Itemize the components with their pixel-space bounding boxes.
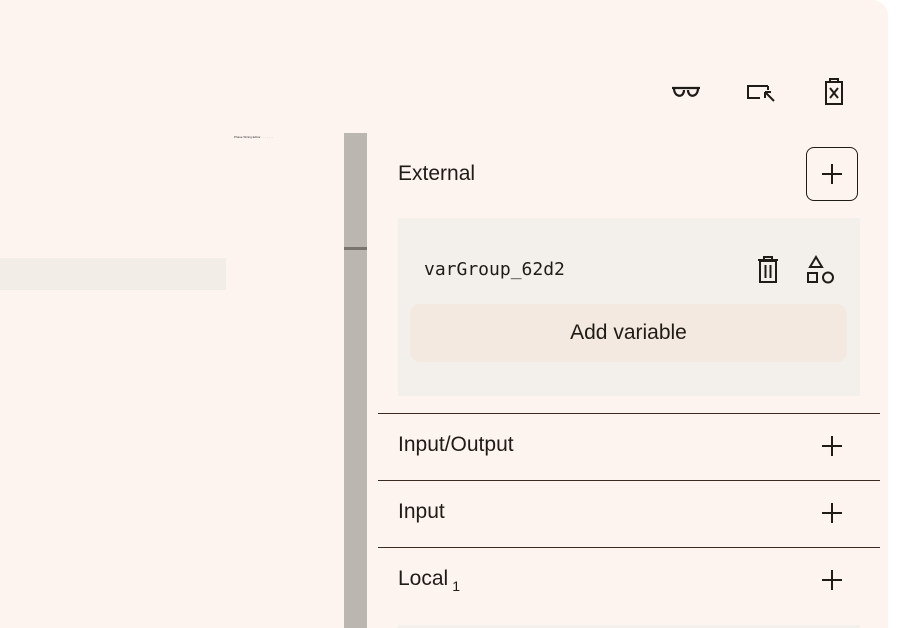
variable-sections: External varGroup_62d2 Add variable Inpu…: [378, 133, 880, 628]
select-window-button[interactable]: [746, 76, 778, 108]
add-external-button[interactable]: [806, 147, 858, 201]
section-divider: [378, 480, 880, 481]
delete-document-icon: [825, 78, 843, 105]
local-count: 1: [452, 578, 460, 594]
delete-group-button[interactable]: [753, 254, 783, 286]
section-divider: [378, 413, 880, 414]
section-title-input-output: Input/Output: [398, 433, 514, 456]
view-toggle-button[interactable]: [670, 76, 702, 108]
glasses-icon: [672, 86, 700, 97]
section-title-input: Input: [398, 500, 445, 523]
add-local-button[interactable]: [816, 564, 848, 596]
section-title-external: External: [398, 162, 476, 185]
variable-group-name: varGroup_62d2: [424, 259, 565, 280]
plus-icon: [822, 503, 842, 523]
plus-icon: [822, 164, 842, 184]
add-input-output-button[interactable]: [816, 430, 848, 462]
variables-panel: Phase Wiring Editor · · · · · · · Extern…: [0, 0, 888, 628]
editor-thumbnail-text: Phase Wiring Editor · · · · · · ·: [234, 135, 274, 139]
group-type-button[interactable]: [806, 254, 836, 286]
add-input-button[interactable]: [816, 497, 848, 529]
add-variable-button[interactable]: Add variable: [410, 304, 847, 362]
shapes-icon: [807, 255, 834, 284]
plus-icon: [822, 436, 842, 456]
section-divider: [378, 547, 880, 548]
section-title-local: Local 1: [398, 567, 460, 594]
left-pane-row[interactable]: [0, 258, 226, 290]
splitter-handle[interactable]: [344, 247, 367, 250]
trash-icon: [758, 256, 778, 283]
plus-icon: [822, 570, 842, 590]
variable-group-card: varGroup_62d2 Add variable: [398, 218, 860, 396]
delete-file-button[interactable]: [818, 76, 850, 108]
pane-splitter[interactable]: [344, 133, 367, 628]
select-window-icon: [747, 85, 775, 102]
section-label-local: Local: [398, 567, 449, 590]
